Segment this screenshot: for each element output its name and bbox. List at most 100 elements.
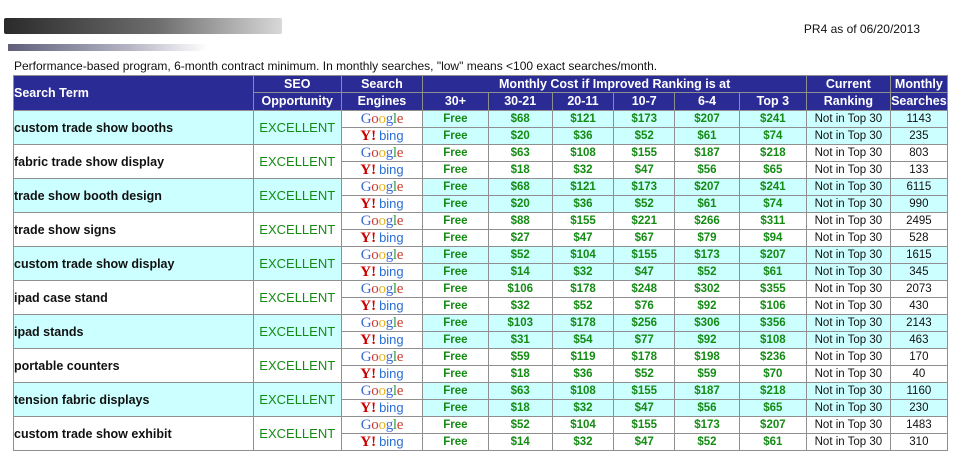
- yahoo-bing-logos: Y! bing: [342, 162, 422, 178]
- google-logo-icon: Google: [360, 110, 404, 127]
- monthly-searches: 6115: [889, 178, 949, 196]
- yahoo-bing-logo-cell: Y! bing: [340, 195, 424, 213]
- monthly-cost: $207: [738, 416, 808, 434]
- monthly-cost: $52: [613, 127, 676, 145]
- monthly-cost: $18: [487, 399, 553, 417]
- header-logo-bar: [4, 18, 282, 34]
- monthly-cost: $56: [674, 161, 740, 179]
- monthly-cost: $70: [738, 365, 808, 383]
- monthly-cost: $178: [613, 348, 676, 366]
- yahoo-bing-logo-cell: Y! bing: [340, 127, 424, 145]
- monthly-cost: $207: [674, 110, 740, 128]
- seo-opportunity: EXCELLENT: [252, 246, 342, 281]
- monthly-cost: $207: [738, 246, 808, 264]
- table-row: fabric trade show display EXCELLENT Google…: [13, 144, 949, 179]
- search-term: custom trade show display: [13, 246, 254, 281]
- monthly-cost: $47: [613, 263, 676, 281]
- yahoo-logo-icon: Y!: [360, 298, 377, 314]
- monthly-cost: $47: [613, 399, 676, 417]
- monthly-cost: $47: [613, 433, 676, 451]
- col-header-range: 6-4: [674, 92, 740, 111]
- google-logo-icon: Google: [360, 348, 404, 365]
- current-ranking: Not in Top 30: [806, 365, 891, 383]
- monthly-cost: $121: [551, 178, 615, 196]
- seo-opportunity: EXCELLENT: [252, 416, 342, 451]
- table-row: portable counters EXCELLENT Google Free $59 $…: [13, 348, 949, 383]
- current-ranking: Not in Top 30: [806, 416, 891, 434]
- current-ranking: Not in Top 30: [806, 246, 891, 264]
- monthly-cost: $65: [738, 161, 808, 179]
- current-ranking: Not in Top 30: [806, 127, 891, 145]
- monthly-searches: 133: [889, 161, 949, 179]
- seo-opportunity: EXCELLENT: [252, 212, 342, 247]
- google-logo-cell: Google: [340, 314, 424, 332]
- current-ranking: Not in Top 30: [806, 399, 891, 417]
- page-rank-text: PR4 as of 06/20/2013: [803, 22, 920, 36]
- monthly-cost: $36: [551, 365, 615, 383]
- monthly-cost: $27: [487, 229, 553, 247]
- yahoo-bing-logo-cell: Y! bing: [340, 365, 424, 383]
- table-row: ipad case stand EXCELLENT Google Free $106 $1…: [13, 280, 949, 315]
- monthly-cost: $155: [613, 416, 676, 434]
- monthly-cost: $218: [738, 144, 808, 162]
- monthly-cost: $173: [613, 178, 676, 196]
- google-logo-cell: Google: [340, 348, 424, 366]
- yahoo-bing-logo-cell: Y! bing: [340, 229, 424, 247]
- table-row: trade show booth design EXCELLENT Google Fr…: [13, 178, 949, 213]
- cost-30-plus: Free: [422, 246, 489, 264]
- monthly-cost: $108: [551, 144, 615, 162]
- current-ranking: Not in Top 30: [806, 195, 891, 213]
- monthly-cost: $59: [674, 365, 740, 383]
- monthly-cost: $155: [613, 382, 676, 400]
- yahoo-logo-icon: Y!: [360, 264, 377, 280]
- col-header-seo: SEO: [252, 75, 342, 93]
- monthly-cost: $173: [674, 416, 740, 434]
- monthly-cost: $63: [487, 382, 553, 400]
- yahoo-logo-icon: Y!: [360, 162, 377, 178]
- cost-30-plus: Free: [422, 365, 489, 383]
- monthly-cost: $241: [738, 178, 808, 196]
- monthly-cost: $52: [551, 297, 615, 315]
- search-term: ipad case stand: [13, 280, 254, 315]
- monthly-searches: 1143: [889, 110, 949, 128]
- col-header-range: 10-7: [613, 92, 676, 111]
- google-logo-cell: Google: [340, 110, 424, 128]
- current-ranking: Not in Top 30: [806, 161, 891, 179]
- monthly-cost: $14: [487, 433, 553, 451]
- bing-logo-icon: bing: [379, 400, 404, 416]
- current-ranking: Not in Top 30: [806, 229, 891, 247]
- yahoo-bing-logos: Y! bing: [342, 264, 422, 280]
- bing-logo-icon: bing: [379, 298, 404, 314]
- monthly-searches: 235: [889, 127, 949, 145]
- monthly-cost: $20: [487, 195, 553, 213]
- bing-logo-icon: bing: [379, 332, 404, 348]
- table-row: trade show signs EXCELLENT Google Free $88 $1…: [13, 212, 949, 247]
- yahoo-bing-logo-cell: Y! bing: [340, 161, 424, 179]
- monthly-searches: 528: [889, 229, 949, 247]
- monthly-cost: $108: [738, 331, 808, 349]
- monthly-cost: $108: [551, 382, 615, 400]
- bing-logo-icon: bing: [379, 162, 404, 178]
- google-logo-icon: Google: [360, 280, 404, 297]
- col-header-current-sub: Ranking: [806, 92, 891, 111]
- table-row: custom trade show booths EXCELLENT Google F…: [13, 110, 949, 145]
- monthly-cost: $18: [487, 365, 553, 383]
- yahoo-bing-logos: Y! bing: [342, 298, 422, 314]
- monthly-cost: $52: [674, 263, 740, 281]
- google-logo-cell: Google: [340, 416, 424, 434]
- yahoo-logo-icon: Y!: [360, 366, 377, 382]
- monthly-cost: $92: [674, 297, 740, 315]
- monthly-cost: $106: [738, 297, 808, 315]
- monthly-searches: 40: [889, 365, 949, 383]
- monthly-cost: $236: [738, 348, 808, 366]
- monthly-cost: $173: [613, 110, 676, 128]
- search-term: custom trade show exhibit: [13, 416, 254, 451]
- monthly-cost: $104: [551, 416, 615, 434]
- current-ranking: Not in Top 30: [806, 263, 891, 281]
- monthly-cost: $266: [674, 212, 740, 230]
- yahoo-bing-logo-cell: Y! bing: [340, 433, 424, 451]
- yahoo-logo-icon: Y!: [360, 196, 377, 212]
- monthly-cost: $311: [738, 212, 808, 230]
- cost-30-plus: Free: [422, 416, 489, 434]
- monthly-cost: $61: [738, 263, 808, 281]
